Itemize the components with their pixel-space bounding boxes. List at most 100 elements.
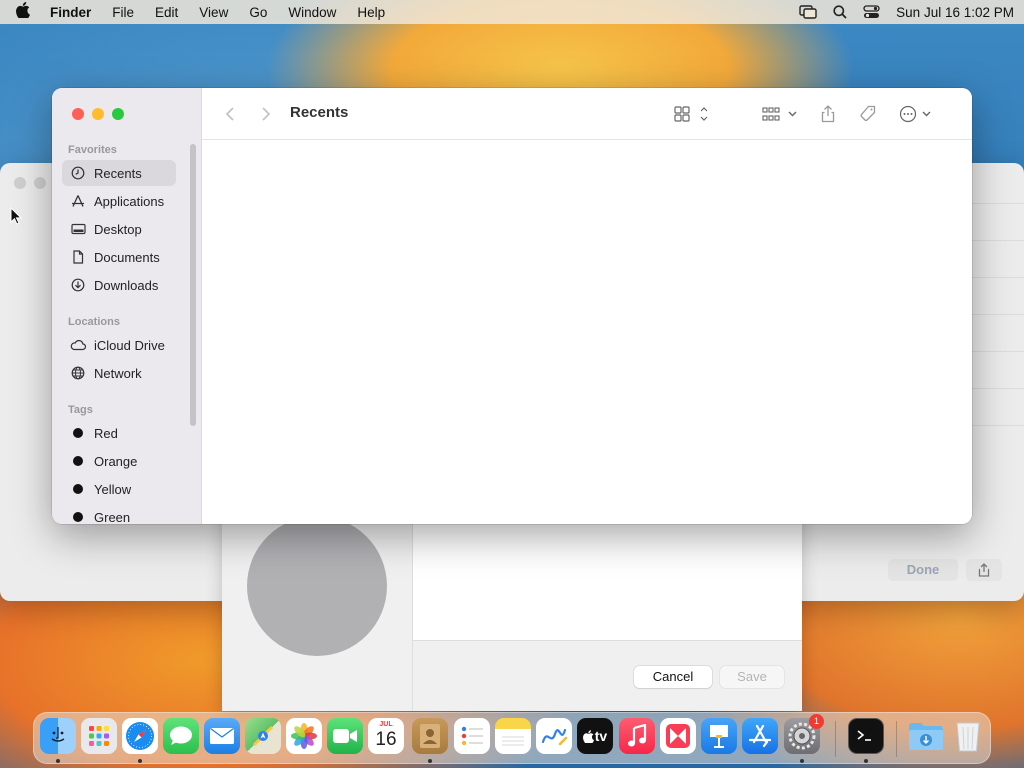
dock-mail[interactable] <box>204 718 240 754</box>
divider <box>412 505 413 711</box>
dock-system-settings[interactable]: 1 <box>784 714 824 754</box>
cloud-icon <box>70 337 86 353</box>
dock-calendar[interactable]: JUL 16 <box>368 718 404 754</box>
dock-trash[interactable] <box>950 718 986 754</box>
dock-maps[interactable] <box>245 718 281 754</box>
dock-messages[interactable] <box>163 718 199 754</box>
tag-dot-icon <box>73 512 83 522</box>
sidebar-tag-red[interactable]: Red <box>62 420 176 446</box>
share-icon <box>978 563 990 577</box>
minimize-button[interactable] <box>34 177 46 189</box>
contact-details-pane <box>412 505 802 641</box>
sidebar-item-downloads[interactable]: Downloads <box>62 272 176 298</box>
applications-icon <box>70 193 86 209</box>
avatar[interactable] <box>247 516 387 656</box>
dock-separator <box>835 721 836 757</box>
dock-downloads-folder[interactable] <box>908 718 944 754</box>
toolbar: Recents <box>202 88 972 140</box>
sidebar-item-desktop[interactable]: Desktop <box>62 216 176 242</box>
sidebar-item-recents[interactable]: Recents <box>62 160 176 186</box>
menu-view[interactable]: View <box>199 5 228 20</box>
dock-safari[interactable] <box>122 718 158 754</box>
running-indicator <box>138 759 142 763</box>
sidebar-item-label: Recents <box>94 165 142 181</box>
sidebar-item-network[interactable]: Network <box>62 360 176 386</box>
dock-tv[interactable]: tv <box>577 718 613 754</box>
tag-dot-icon <box>73 428 83 438</box>
sidebar: Favorites Recents Applications Desktop D… <box>52 88 202 524</box>
back-icon[interactable] <box>222 102 238 126</box>
contact-sheet: Cancel Save <box>222 505 802 711</box>
clock-icon <box>70 165 86 181</box>
sidebar-item-label: Desktop <box>94 221 142 237</box>
favorites-header: Favorites <box>68 144 117 156</box>
dock-app-store[interactable] <box>742 718 778 754</box>
finder-window: Favorites Recents Applications Desktop D… <box>52 88 972 524</box>
menu-go[interactable]: Go <box>249 5 267 20</box>
sidebar-item-label: iCloud Drive <box>94 337 165 353</box>
sidebar-item-label: Network <box>94 365 142 381</box>
window-title: Recents <box>290 104 349 121</box>
more-actions-icon[interactable] <box>898 102 936 126</box>
tag-dot-icon <box>73 456 83 466</box>
mouse-cursor-icon <box>10 206 23 228</box>
menu-window[interactable]: Window <box>288 5 336 20</box>
dock-photos[interactable] <box>286 718 322 754</box>
sidebar-item-label: Red <box>94 425 118 441</box>
sidebar-tag-orange[interactable]: Orange <box>62 448 176 474</box>
sidebar-item-label: Orange <box>94 453 138 469</box>
dock-separator <box>896 721 897 757</box>
tag-icon[interactable] <box>858 102 878 126</box>
close-button[interactable] <box>72 108 84 120</box>
close-button[interactable] <box>14 177 26 189</box>
dock-keynote[interactable] <box>701 718 737 754</box>
sidebar-item-label: Applications <box>94 193 165 209</box>
dock-notes[interactable] <box>495 718 531 754</box>
dock-music[interactable] <box>619 718 655 754</box>
calendar-month: JUL <box>379 721 393 728</box>
forward-icon[interactable] <box>258 102 274 126</box>
desktop-icon <box>70 221 86 237</box>
dock-finder[interactable] <box>40 718 76 754</box>
running-indicator <box>56 759 60 763</box>
dock-reminders[interactable] <box>454 718 490 754</box>
search-icon[interactable] <box>833 5 847 19</box>
sidebar-item-label: Documents <box>94 249 160 265</box>
share-button[interactable] <box>966 559 1002 581</box>
dock-contacts[interactable] <box>412 718 448 754</box>
sidebar-item-documents[interactable]: Documents <box>62 244 176 270</box>
menu-file[interactable]: File <box>112 5 134 20</box>
dock-facetime[interactable] <box>327 718 363 754</box>
sidebar-tag-yellow[interactable]: Yellow <box>62 476 176 502</box>
tag-dot-icon <box>73 484 83 494</box>
dock-news[interactable] <box>660 718 696 754</box>
minimize-button[interactable] <box>92 108 104 120</box>
dock-freeform[interactable] <box>536 718 572 754</box>
tv-label: tv <box>594 728 608 744</box>
menu-edit[interactable]: Edit <box>155 5 178 20</box>
sidebar-item-icloud-drive[interactable]: iCloud Drive <box>62 332 176 358</box>
zoom-button[interactable] <box>112 108 124 120</box>
control-center-icon[interactable] <box>863 5 880 19</box>
sidebar-scrollbar[interactable] <box>190 144 196 426</box>
sidebar-item-applications[interactable]: Applications <box>62 188 176 214</box>
file-list-area[interactable] <box>202 141 972 524</box>
locations-header: Locations <box>68 316 120 328</box>
share-icon[interactable] <box>818 102 838 126</box>
running-indicator <box>800 759 804 763</box>
screen-mirroring-icon[interactable] <box>799 5 817 19</box>
sidebar-item-label: Yellow <box>94 481 132 497</box>
save-button[interactable]: Save <box>720 666 784 688</box>
menu-app-name[interactable]: Finder <box>50 5 91 20</box>
dock-terminal[interactable] <box>848 718 884 754</box>
cancel-button[interactable]: Cancel <box>634 666 712 688</box>
background-list <box>972 203 1024 543</box>
group-by-icon[interactable] <box>760 102 802 126</box>
view-mode-icon[interactable] <box>672 102 712 126</box>
sidebar-tag-green[interactable]: Green <box>62 504 176 524</box>
menu-clock[interactable]: Sun Jul 16 1:02 PM <box>896 5 1014 20</box>
done-button[interactable]: Done <box>888 559 958 581</box>
apple-menu-icon[interactable] <box>10 1 36 23</box>
menu-help[interactable]: Help <box>357 5 385 20</box>
dock-launchpad[interactable] <box>81 718 117 754</box>
